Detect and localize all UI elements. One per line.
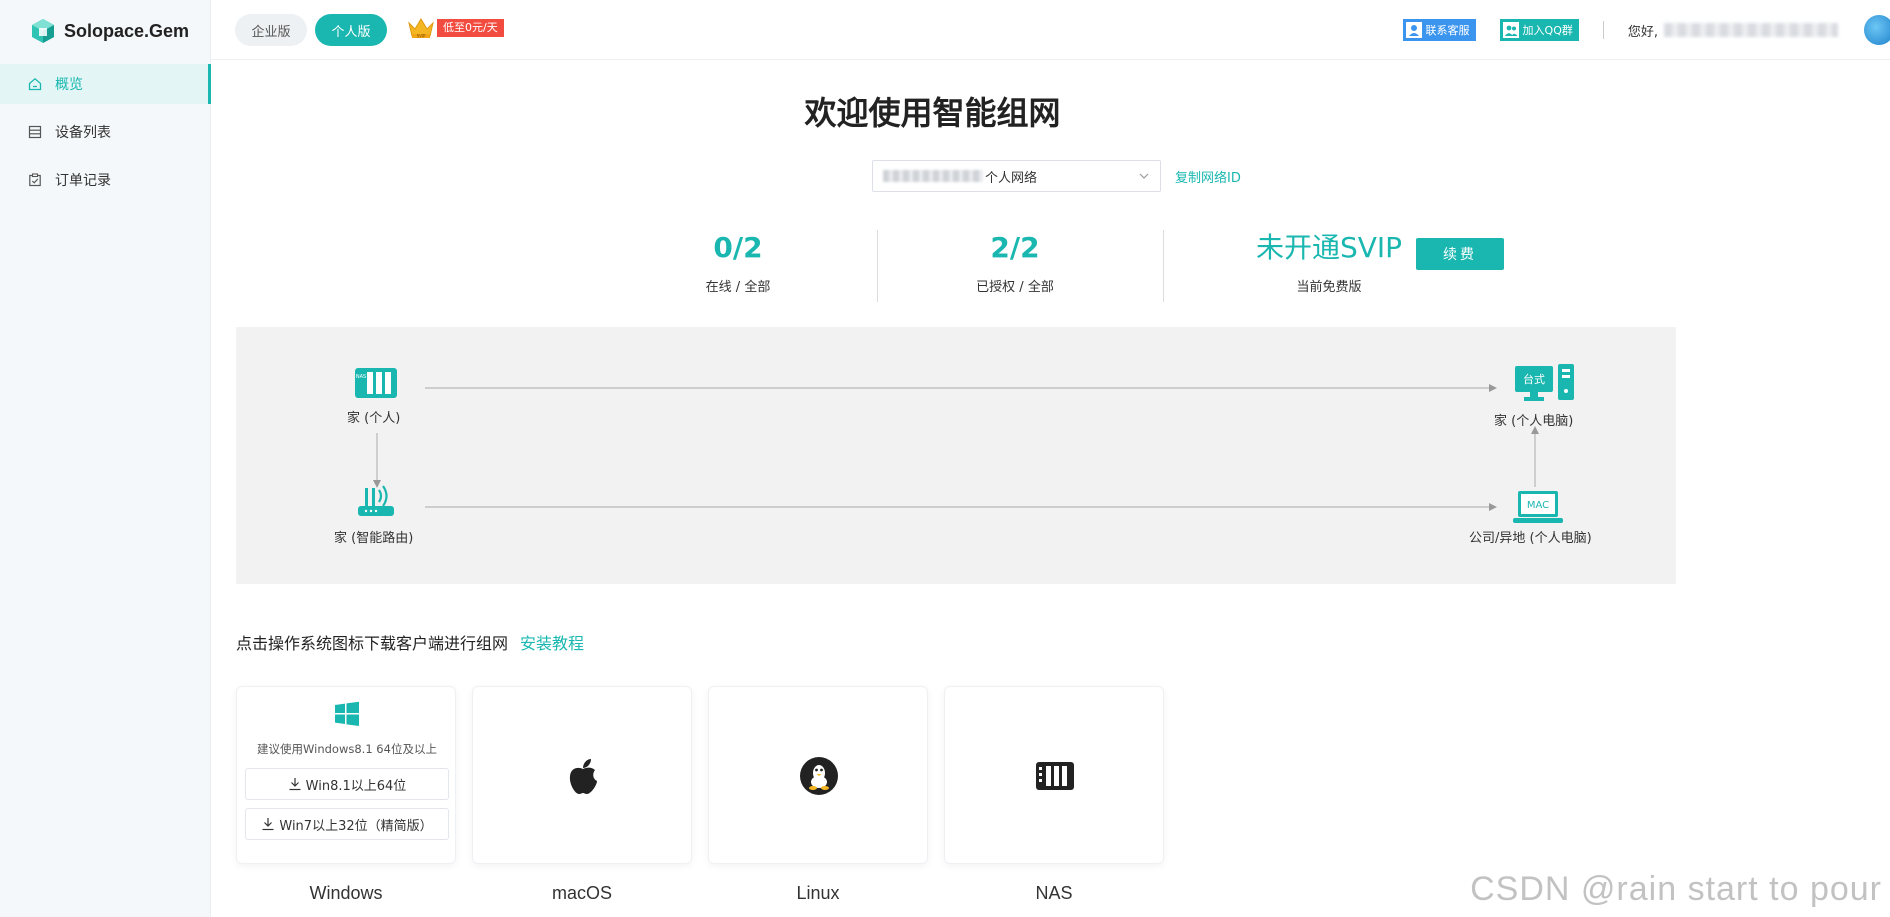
avatar[interactable] [1864,15,1890,45]
node-label-router: 家 (智能路由) [334,531,414,546]
stat-label: 当前免费版 [1296,280,1362,295]
stat-value: 未开通SVIP [1255,231,1403,264]
apple-icon [569,759,597,794]
mac-laptop-icon: MAC [1513,491,1563,523]
install-tutorial-link[interactable]: 安装教程 [520,634,584,653]
stat-label: 已授权 / 全部 [976,280,1054,295]
node-label-nas: 家 (个人) [347,411,401,426]
home-icon [27,76,43,92]
header-divider [1602,21,1604,39]
sidebar-item-label: 设备列表 [55,125,111,141]
crown-label: SVIP [417,33,426,38]
download-win64-button[interactable]: Win8.1以上64位 [245,768,449,800]
download-icon [288,777,302,791]
header-right: 联系客服 加入QQ群 您好, [1402,0,1890,60]
top-header: 企业版 个人版 SVIP 低至0元/天 联系客服 加入QQ群 您好, [211,0,1890,60]
diagram-connections [373,384,1539,511]
app-window: Solopace.Gem 概览 设备列表 订单记录 企业版 个人版 SVIP 低… [0,0,1890,917]
contact-support-label: 联系客服 [1425,24,1470,37]
stat-online: 0/2 在线 / 全部 [668,230,808,295]
network-name-redacted [883,170,983,182]
node-label-desktop: 家 (个人电脑) [1494,414,1574,429]
nas-icon [1036,762,1074,790]
svip-promo[interactable]: SVIP 低至0元/天 [407,16,504,40]
stats-row: 0/2 在线 / 全部 2/2 已授权 / 全部 未开通SVIP 当前免费版 续… [211,230,1890,310]
windows-version-note: 建议使用Windows8.1 64位及以上 [257,742,437,756]
list-icon [27,124,43,140]
crown-icon: SVIP [408,18,434,38]
stat-label: 在线 / 全部 [705,280,771,295]
sidebar-item-devices[interactable]: 设备列表 [0,112,211,152]
os-card-macos[interactable] [472,686,692,864]
windows-icon [335,701,359,726]
download-win64-label: Win8.1以上64位 [305,778,407,794]
network-select-value: 个人网络 [985,170,1038,186]
os-card-nas[interactable] [944,686,1164,864]
contact-support-button[interactable]: 联系客服 [1402,19,1476,41]
logo-cube-icon [32,19,54,43]
os-card-linux[interactable] [708,686,928,864]
logo[interactable]: Solopace.Gem [30,16,189,46]
node-label-mac: 公司/异地 (个人电脑) [1469,531,1592,546]
network-select[interactable]: 个人网络 [872,160,1161,192]
watermark: CSDN @rain start to pour [1470,870,1882,908]
os-name-macos: macOS [551,883,612,903]
download-prompt: 点击操作系统图标下载客户端进行组网 安装教程 [236,630,584,654]
os-name-nas: NAS [1035,883,1073,903]
tab-enterprise[interactable]: 企业版 [235,14,307,46]
clipboard-icon [27,172,43,188]
stat-divider [1163,230,1164,302]
sidebar-nav: 概览 设备列表 订单记录 [0,64,211,208]
svg-text:MAC: MAC [1527,500,1549,511]
username-redacted [1664,23,1838,37]
stat-authorized: 2/2 已授权 / 全部 [945,230,1085,295]
download-win32-button[interactable]: Win7以上32位（精简版） [245,808,449,840]
svg-text:台式: 台式 [1523,372,1545,386]
greeting-text: 您好, [1627,24,1658,40]
sidebar-item-label: 概览 [55,77,83,93]
page-title: 欢迎使用智能组网 [804,94,1061,132]
sidebar-item-label: 订单记录 [55,173,111,189]
stat-value: 0/2 [713,231,763,264]
nas-icon: NAS [355,368,397,398]
desktop-pc-icon: 台式 [1515,364,1574,401]
tab-personal[interactable]: 个人版 [315,14,387,46]
download-icon [261,817,275,831]
sidebar-item-overview[interactable]: 概览 [0,64,211,104]
linux-icon [800,757,838,795]
download-prompt-text: 点击操作系统图标下载客户端进行组网 [236,634,509,653]
copy-network-id-link[interactable]: 复制网络ID [1175,167,1241,186]
stat-value: 2/2 [990,231,1040,264]
chevron-down-icon [1139,173,1149,179]
brand-name: Solopace.Gem [64,20,190,41]
renew-button[interactable]: 续费 [1416,238,1504,270]
sidebar: Solopace.Gem 概览 设备列表 订单记录 [0,0,211,917]
os-card-windows[interactable]: 建议使用Windows8.1 64位及以上 Win8.1以上64位 Win7以上… [236,686,456,864]
support-agent-icon [1405,22,1422,38]
os-name-windows: Windows [309,883,383,903]
stat-plan: 未开通SVIP 当前免费版 [1254,230,1404,295]
join-qq-group-label: 加入QQ群 [1522,24,1573,37]
router-icon [358,485,394,516]
download-win32-label: Win7以上32位（精简版） [279,818,433,834]
svg-text:NAS: NAS [356,374,366,380]
os-name-linux: Linux [796,883,840,903]
group-users-icon [1502,22,1519,38]
promo-tag: 低至0元/天 [437,19,504,37]
join-qq-group-button[interactable]: 加入QQ群 [1499,19,1579,41]
main-content: 欢迎使用智能组网 个人网络 复制网络ID 0/2 在线 / 全部 2/2 已授权… [211,60,1890,917]
stat-divider [877,230,878,302]
sidebar-item-orders[interactable]: 订单记录 [0,160,211,200]
network-diagram: NAS 家 (个人) 家 (智能路由) 台式 家 (个人电脑) MAC 公司/异… [236,327,1676,584]
